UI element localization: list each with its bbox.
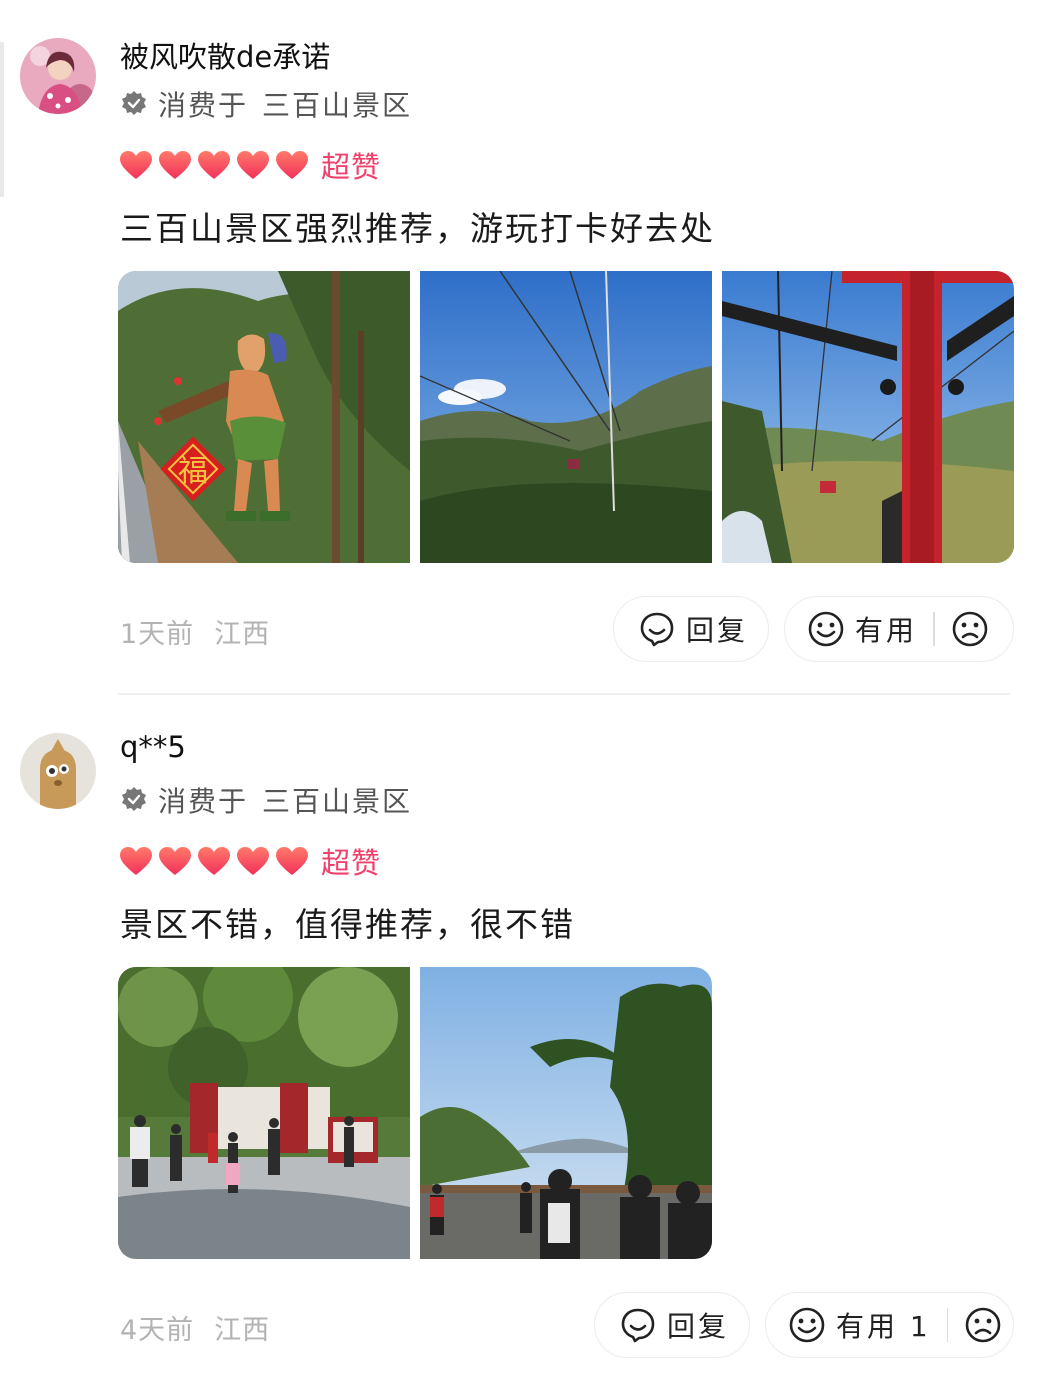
review-text: 三百山景区强烈推荐，游玩打卡好去处 [120, 209, 715, 248]
username[interactable]: q**5 [120, 730, 186, 764]
frown-icon[interactable] [951, 610, 989, 648]
reply-button[interactable]: 回复 [613, 596, 769, 662]
photo-thumbnail[interactable] [118, 967, 410, 1259]
smile-icon[interactable] [788, 1306, 826, 1344]
heart-icon [120, 151, 152, 179]
review-card: 被风吹散de承诺 消费于 三百山景区 超赞 三百山景区强烈推荐，游玩打卡好去处 [0, 0, 1050, 700]
signboard-text: 福 [178, 454, 208, 489]
heart-icon [276, 151, 308, 179]
avatar[interactable] [20, 733, 96, 809]
place-link[interactable]: 三百山景区 [262, 84, 412, 124]
heart-icon [237, 847, 269, 875]
useful-feedback-group: 有用 1 [765, 1292, 1014, 1358]
review-meta: 4天前 江西 [120, 1308, 270, 1347]
rating-label: 超赞 [321, 150, 382, 184]
post-time: 4天前 [120, 1315, 195, 1346]
heart-icon [276, 847, 308, 875]
consumption-info: 消费于 三百山景区 [120, 780, 412, 820]
useful-feedback-group: 有用 [784, 596, 1014, 662]
photo-grid: 福 [118, 271, 1014, 563]
photo-thumbnail[interactable]: 福 [118, 271, 410, 563]
photo-thumbnail[interactable] [420, 967, 712, 1259]
heart-icon [159, 151, 191, 179]
photo-thumbnail[interactable] [420, 271, 712, 563]
verified-icon [122, 787, 146, 811]
consume-prefix: 消费于 [158, 785, 249, 818]
rating: 超赞 [118, 840, 381, 882]
rating: 超赞 [118, 144, 381, 186]
post-location: 江西 [214, 619, 271, 650]
heart-icon [198, 151, 230, 179]
username[interactable]: 被风吹散de承诺 [120, 34, 330, 76]
verified-icon [122, 91, 146, 115]
frown-icon[interactable] [964, 1306, 1002, 1344]
useful-button[interactable]: 有用 1 [836, 1305, 931, 1345]
review-meta: 1天前 江西 [120, 612, 270, 651]
reply-icon [621, 1308, 655, 1343]
place-link[interactable]: 三百山景区 [262, 780, 412, 820]
review-text: 景区不错，值得推荐，很不错 [120, 905, 575, 944]
divider [946, 1308, 949, 1342]
heart-icon [159, 847, 191, 875]
post-location: 江西 [214, 1315, 271, 1346]
rating-label: 超赞 [321, 846, 382, 880]
consumption-info: 消费于 三百山景区 [120, 84, 412, 124]
photo-thumbnail[interactable] [722, 271, 1014, 563]
review-card: q**5 消费于 三百山景区 超赞 景区不错，值得推荐，很不错 4天前 江西 回… [0, 700, 1050, 1374]
reply-label: 回复 [667, 1310, 730, 1343]
smile-icon[interactable] [807, 610, 845, 648]
avatar[interactable] [20, 38, 96, 114]
heart-icon [237, 151, 269, 179]
heart-icon [120, 847, 152, 875]
review-divider [118, 693, 1010, 695]
reply-label: 回复 [686, 614, 749, 647]
reply-button[interactable]: 回复 [594, 1292, 750, 1358]
reply-icon [640, 612, 674, 647]
post-time: 1天前 [120, 619, 195, 650]
divider [933, 612, 935, 646]
useful-button[interactable]: 有用 [855, 609, 917, 649]
consume-prefix: 消费于 [158, 89, 249, 122]
heart-icon [198, 847, 230, 875]
photo-grid [118, 967, 722, 1259]
